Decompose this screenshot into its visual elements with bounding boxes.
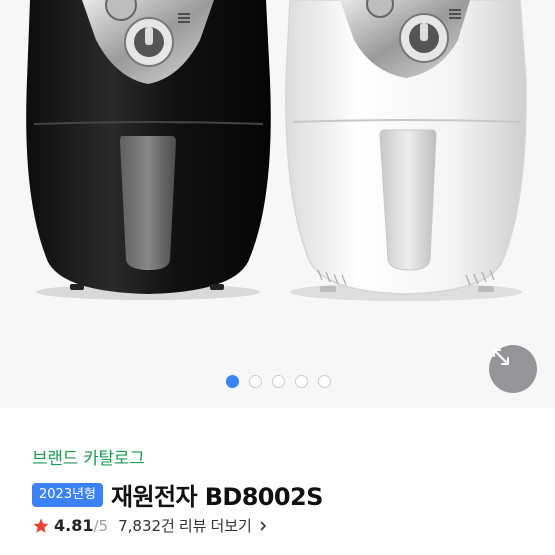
gallery-dot-5[interactable] [318,375,331,388]
rating-value: 4.81 [54,516,94,535]
gallery-pagination [0,375,555,389]
gallery-dot-4[interactable] [295,375,308,388]
star-icon [33,518,49,533]
zoom-button[interactable] [489,345,537,393]
review-more-label: 더보기 [210,517,252,535]
gallery-dot-2[interactable] [249,375,262,388]
white-air-fryer [285,0,527,301]
product-image [26,0,527,301]
product-image-gallery[interactable] [0,0,555,408]
expand-arrows-icon [493,349,509,365]
product-info: 브랜드 카탈로그 2023년형 재원전자 BD8002S 4.81 /5 7,8… [0,408,555,555]
product-title-row: 2023년형 재원전자 BD8002S [32,477,323,512]
gallery-dot-3[interactable] [272,375,285,388]
review-label: 리뷰 [178,517,207,535]
rating-max: /5 [93,516,109,535]
rating-row: 4.81 /5 7,832건 리뷰 더보기 [32,515,267,536]
year-badge: 2023년형 [32,482,104,507]
chevron-right-icon [260,520,266,531]
product-title: 재원전자 BD8002S [111,483,323,511]
gallery-dot-1[interactable] [226,375,239,388]
brand-catalog-link[interactable]: 브랜드 카탈로그 [32,444,145,469]
review-more-link[interactable]: 7,832건 리뷰 더보기 [118,515,267,536]
black-air-fryer [26,0,271,300]
review-count: 7,832건 [118,517,175,535]
